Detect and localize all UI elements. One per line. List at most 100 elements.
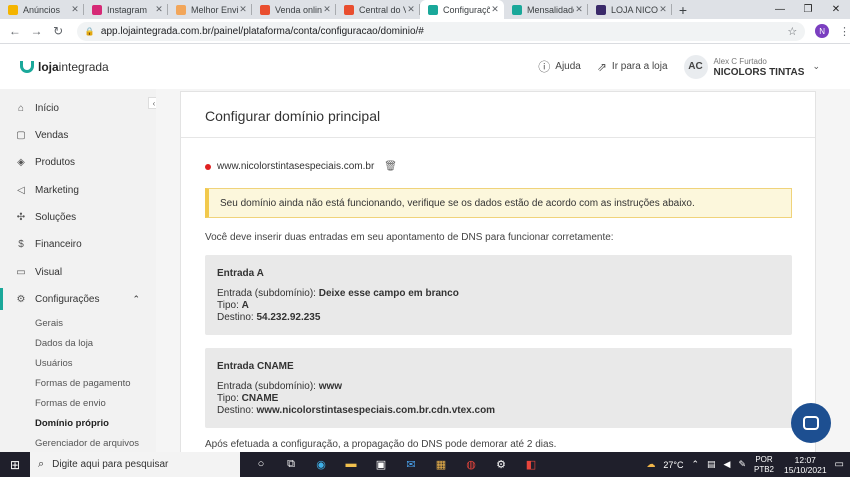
profile-avatar[interactable]: N <box>815 24 829 38</box>
browser-tab[interactable]: Venda online ✕ <box>252 0 336 19</box>
tab-favicon-icon <box>344 4 354 15</box>
reload-icon[interactable]: ↻ <box>47 24 69 38</box>
tab-title: Mensalidade <box>527 4 574 15</box>
user-avatar[interactable]: AC <box>683 54 708 79</box>
tab-title: Anúncios <box>23 4 61 15</box>
settings-icon: ⚙ <box>16 293 26 305</box>
browser-menu-icon[interactable]: ⋮ <box>839 25 850 38</box>
browser-tab-strip: Anúncios✕Instagram✕Melhor Envio✕Venda on… <box>0 0 850 19</box>
close-tab-icon[interactable]: ✕ <box>658 4 668 15</box>
monitor-icon: ▭ <box>16 266 26 278</box>
sidebar-item[interactable]: $ Financeiro <box>0 233 156 255</box>
tab-favicon-icon <box>92 4 102 15</box>
mail-icon[interactable]: ✉ <box>396 458 426 471</box>
dns-entry-a: Entrada A Entrada (subdomínio): Deixe es… <box>205 255 792 335</box>
sidebar: ⌂ Início ▢ Vendas ◈ Produtos ◁ Marketing ✣ Soluçõ… <box>0 89 156 452</box>
sidebar-subitem[interactable]: Usuários <box>35 358 73 369</box>
browser-tab[interactable]: Configuraçõ ✕ <box>420 0 504 19</box>
weather-icon[interactable]: ☁ <box>646 459 655 470</box>
close-tab-icon[interactable]: ✕ <box>238 4 248 15</box>
sidebar-subitem[interactable]: Gerais <box>35 318 63 329</box>
url-input[interactable]: 🔒 app.lojaintegrada.com.br/painel/plataf… <box>76 21 806 41</box>
sidebar-item[interactable]: ✣ Soluções <box>0 206 156 228</box>
dns-entry-cname: Entrada CNAME Entrada (subdomínio): www … <box>205 348 792 428</box>
sidebar-item-label: Configurações <box>35 293 100 305</box>
tab-title: Venda online <box>275 4 322 15</box>
domain-row: www.nicolorstintasespeciais.com.br 🗑 <box>205 161 397 172</box>
forward-icon[interactable]: → <box>26 24 48 38</box>
close-tab-icon[interactable]: ✕ <box>70 4 80 15</box>
file-explorer-icon[interactable]: ▬ <box>336 458 366 471</box>
sidebar-subitem[interactable]: Formas de envio <box>35 398 106 409</box>
sidebar-item[interactable]: ▭ Visual <box>0 261 156 283</box>
sidebar-subitem[interactable]: Domínio próprio <box>35 418 109 429</box>
chevron-up-icon[interactable]: ⌃ <box>132 294 140 305</box>
browser-tab[interactable]: Central do Ve✕ <box>336 0 420 19</box>
notification-icon[interactable]: ▭ <box>835 459 844 470</box>
sidebar-item[interactable]: ◈ Produtos <box>0 151 156 173</box>
store-icon[interactable]: ▣ <box>366 458 396 471</box>
back-icon[interactable]: ← <box>4 24 26 38</box>
new-tab-button[interactable]: + <box>672 0 694 19</box>
bookmark-star-icon[interactable]: ☆ <box>787 25 797 38</box>
go-to-store-link[interactable]: ⇗ Ir para a loja <box>597 60 668 74</box>
tab-favicon-icon <box>260 4 270 15</box>
tab-favicon-icon <box>596 4 606 15</box>
edge-icon[interactable]: ◉ <box>306 458 336 471</box>
megaphone-icon: ◁ <box>17 184 25 196</box>
office-icon[interactable]: ◧ <box>516 458 546 471</box>
sidebar-item[interactable]: ◁ Marketing <box>0 179 156 201</box>
chat-button[interactable] <box>791 403 831 443</box>
tab-title: Configuraçõ <box>443 4 490 15</box>
sidebar-item[interactable]: ⚙ Configurações ⌃ <box>0 288 156 310</box>
chrome-icon[interactable]: ◍ <box>456 458 486 471</box>
weather-temp[interactable]: 27°C <box>663 460 683 470</box>
dollar-icon: $ <box>18 238 24 250</box>
browser-tab[interactable]: Mensalidade ✕ <box>504 0 588 19</box>
chevron-up-icon[interactable]: ⌃ <box>691 459 699 470</box>
close-tab-icon[interactable]: ✕ <box>322 4 332 15</box>
minimize-icon[interactable]: — <box>766 0 794 19</box>
divider <box>181 137 815 138</box>
sidebar-subitem[interactable]: Dados da loja <box>35 338 93 349</box>
task-view-icon[interactable]: ⧉ <box>276 458 306 471</box>
photos-icon[interactable]: ▦ <box>426 458 456 471</box>
alert-text: Seu domínio ainda não está funcionando, … <box>220 197 695 209</box>
chevron-down-icon[interactable]: ⌄ <box>812 61 820 72</box>
close-window-icon[interactable]: ✕ <box>822 0 850 19</box>
sidebar-subitem[interactable]: Formas de pagamento <box>35 378 131 389</box>
trash-icon[interactable]: 🗑 <box>384 161 397 172</box>
windows-start-icon[interactable]: ⊞ <box>0 458 30 472</box>
close-tab-icon[interactable]: ✕ <box>154 4 164 15</box>
user-menu[interactable]: Alex C Furtado NICOLORS TINTAS <box>714 56 805 78</box>
browser-tab[interactable]: Instagram ✕ <box>84 0 168 19</box>
browser-tab[interactable]: Melhor Envio✕ <box>168 0 252 19</box>
sidebar-item-label: Visual <box>35 266 63 278</box>
browser-tab[interactable]: LOJA NICOLO✕ <box>588 0 672 19</box>
maximize-icon[interactable]: ❐ <box>794 0 822 19</box>
close-tab-icon[interactable]: ✕ <box>574 4 584 15</box>
clock[interactable]: 12:07 15/10/2021 <box>784 455 827 475</box>
help-link[interactable]: ⓘ Ajuda <box>538 58 581 75</box>
cortana-icon[interactable]: ○ <box>246 458 276 471</box>
close-tab-icon[interactable]: ✕ <box>490 4 500 15</box>
pen-icon[interactable]: ✎ <box>738 459 746 470</box>
language-indicator[interactable]: POR PTB2 <box>754 455 774 475</box>
sidebar-item[interactable]: ▢ Vendas <box>0 124 156 146</box>
entry-heading: Entrada A <box>217 268 264 279</box>
network-icon[interactable]: ▤ <box>707 459 716 470</box>
sidebar-item-label: Produtos <box>35 156 76 168</box>
tab-title: Central do Ve <box>359 4 406 15</box>
logo[interactable]: loja integrada <box>20 60 109 74</box>
settings-gear-icon[interactable]: ⚙ <box>486 458 516 471</box>
dns-intro-text: Você deve inserir duas entradas em seu a… <box>205 232 614 243</box>
volume-icon[interactable]: ◀ <box>724 459 731 470</box>
entry-heading: Entrada CNAME <box>217 361 294 372</box>
browser-tab[interactable]: Anúncios ✕ <box>0 0 84 19</box>
sidebar-item[interactable]: ⌂ Início <box>0 97 156 119</box>
sidebar-subitem[interactable]: Gerenciador de arquivos <box>35 438 139 449</box>
lock-icon: 🔒 <box>84 26 95 36</box>
tab-favicon-icon <box>512 4 522 15</box>
close-tab-icon[interactable]: ✕ <box>406 4 416 15</box>
taskbar-search[interactable]: ⌕ Digite aqui para pesquisar <box>30 452 240 477</box>
